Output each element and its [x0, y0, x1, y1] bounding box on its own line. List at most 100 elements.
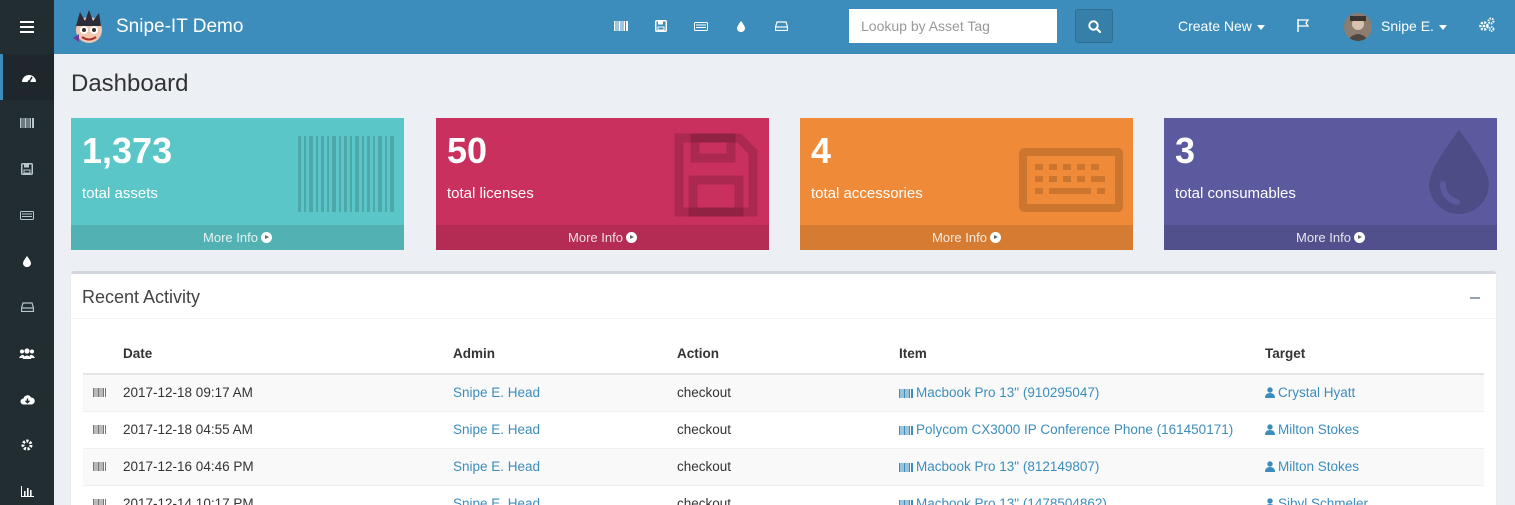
keyboard-icon — [694, 21, 708, 31]
arrow-circle-right-icon — [1353, 232, 1365, 243]
floppy-disk-icon — [21, 163, 33, 175]
row-type-cell — [83, 410, 123, 448]
more-info-label: More Info — [1296, 230, 1351, 245]
target-cell: Milton Stokes — [1265, 410, 1484, 448]
sidebar-item-dashboard[interactable] — [0, 54, 54, 100]
target-cell: Crystal Hyatt — [1265, 373, 1484, 411]
action-cell: checkout — [677, 373, 899, 411]
table-row: 2017-12-18 09:17 AM Snipe E. Head checko… — [83, 373, 1484, 411]
nav-consumables-link[interactable] — [728, 15, 754, 37]
nav-assets-link[interactable] — [608, 15, 634, 37]
admin-link[interactable]: Snipe E. Head — [453, 496, 540, 505]
page-title: Dashboard — [71, 70, 189, 97]
create-new-label: Create New — [1178, 18, 1252, 34]
user-avatar[interactable] — [1344, 13, 1372, 41]
column-header-admin[interactable]: Admin — [453, 334, 677, 375]
target-link[interactable]: Sibyl Schmeler — [1265, 496, 1368, 505]
floppy-disk-icon — [674, 133, 758, 217]
admin-link[interactable]: Snipe E. Head — [453, 385, 540, 400]
arrow-circle-right-icon — [625, 232, 637, 243]
sidebar-item-assets[interactable] — [0, 100, 54, 146]
user-menu[interactable]: Snipe E. — [1381, 18, 1447, 34]
action-cell: checkout — [677, 447, 899, 485]
asset-tag-search-input[interactable] — [849, 9, 1057, 43]
barcode-icon — [899, 426, 913, 435]
hdd-icon — [774, 21, 788, 31]
app-title: Snipe-IT Demo — [116, 16, 244, 37]
nav-licenses-link[interactable] — [648, 15, 674, 37]
box-title: Recent Activity — [82, 287, 201, 307]
column-header-target[interactable]: Target — [1265, 334, 1484, 375]
alerts-button[interactable] — [1296, 18, 1310, 35]
sidebar — [0, 54, 54, 505]
tile-more-info-link[interactable]: More Info — [436, 225, 769, 250]
item-label: Macbook Pro 13" (1478504862) — [916, 496, 1107, 505]
floppy-disk-icon — [655, 20, 667, 32]
sidebar-item-users[interactable] — [0, 330, 54, 376]
sidebar-item-reports[interactable] — [0, 468, 54, 505]
sidebar-item-accessories[interactable] — [0, 192, 54, 238]
admin-link[interactable]: Snipe E. Head — [453, 459, 540, 474]
tile-label: total accessories — [811, 185, 923, 202]
row-type-cell — [83, 447, 123, 485]
target-cell: Milton Stokes — [1265, 447, 1484, 485]
hdd-icon — [20, 302, 34, 312]
tile-total-accessories: 4 total accessories More Info — [800, 118, 1133, 250]
tile-count: 50 — [447, 130, 488, 171]
nav-components-link[interactable] — [768, 15, 794, 37]
table-row: 2017-12-16 04:46 PM Snipe E. Head checko… — [83, 447, 1484, 485]
tint-drop-icon — [1429, 130, 1489, 214]
barcode-icon — [93, 388, 106, 398]
date-cell: 2017-12-18 09:17 AM — [123, 373, 453, 411]
more-info-label: More Info — [568, 230, 623, 245]
tile-label: total assets — [82, 185, 158, 202]
bar-chart-icon — [20, 485, 34, 497]
target-link[interactable]: Crystal Hyatt — [1265, 385, 1355, 400]
tile-total-assets: 1,373 total assets More Info — [71, 118, 404, 250]
collapse-minus-icon[interactable] — [1470, 297, 1480, 299]
item-link[interactable]: Macbook Pro 13" (1478504862) — [899, 496, 1107, 505]
target-link[interactable]: Milton Stokes — [1265, 422, 1359, 437]
table-header-row: Date Admin Action Item Target — [83, 334, 1484, 375]
arrow-circle-right-icon — [989, 232, 1001, 243]
sidebar-item-components[interactable] — [0, 284, 54, 330]
column-header-action[interactable]: Action — [677, 334, 899, 375]
barcode-icon — [614, 21, 628, 31]
barcode-icon — [899, 463, 913, 472]
tile-total-licenses: 50 total licenses More Info — [436, 118, 769, 250]
nav-accessories-link[interactable] — [688, 15, 714, 37]
tile-more-info-link[interactable]: More Info — [1164, 225, 1497, 250]
column-header-date[interactable]: Date — [123, 334, 453, 375]
cloud-download-icon — [20, 394, 35, 404]
search-button[interactable] — [1075, 9, 1113, 43]
target-link[interactable]: Milton Stokes — [1265, 459, 1359, 474]
tile-more-info-link[interactable]: More Info — [800, 225, 1133, 250]
recent-activity-box: Recent Activity Date Admin Action Item T… — [71, 271, 1496, 505]
brand-link[interactable]: Snipe-IT Demo — [70, 8, 243, 46]
target-label: Sibyl Schmeler — [1278, 496, 1369, 505]
create-new-dropdown[interactable]: Create New — [1178, 18, 1265, 34]
admin-link[interactable]: Snipe E. Head — [453, 422, 540, 437]
sidebar-item-consumables[interactable] — [0, 238, 54, 284]
user-name-label: Snipe E. — [1381, 18, 1434, 34]
sidebar-item-settings[interactable] — [0, 422, 54, 468]
action-cell: checkout — [677, 484, 899, 505]
settings-button[interactable] — [1478, 17, 1496, 36]
sidebar-toggle-button[interactable] — [0, 0, 54, 54]
item-link[interactable]: Macbook Pro 13" (812149807) — [899, 459, 1099, 474]
tint-drop-icon — [23, 255, 31, 267]
more-info-label: More Info — [932, 230, 987, 245]
admin-cell: Snipe E. Head — [453, 447, 677, 485]
barcode-icon — [899, 500, 913, 505]
dashboard-icon — [21, 74, 36, 83]
divider — [71, 318, 1496, 319]
item-link[interactable]: Macbook Pro 13" (910295047) — [899, 385, 1099, 400]
tile-more-info-link[interactable]: More Info — [71, 225, 404, 250]
sidebar-item-licenses[interactable] — [0, 146, 54, 192]
column-header-item[interactable]: Item — [899, 334, 1265, 375]
arrow-circle-right-icon — [260, 232, 272, 243]
item-link[interactable]: Polycom CX3000 IP Conference Phone (1614… — [899, 422, 1233, 437]
users-icon — [19, 348, 35, 359]
caret-down-icon — [1256, 24, 1265, 30]
sidebar-item-import[interactable] — [0, 376, 54, 422]
